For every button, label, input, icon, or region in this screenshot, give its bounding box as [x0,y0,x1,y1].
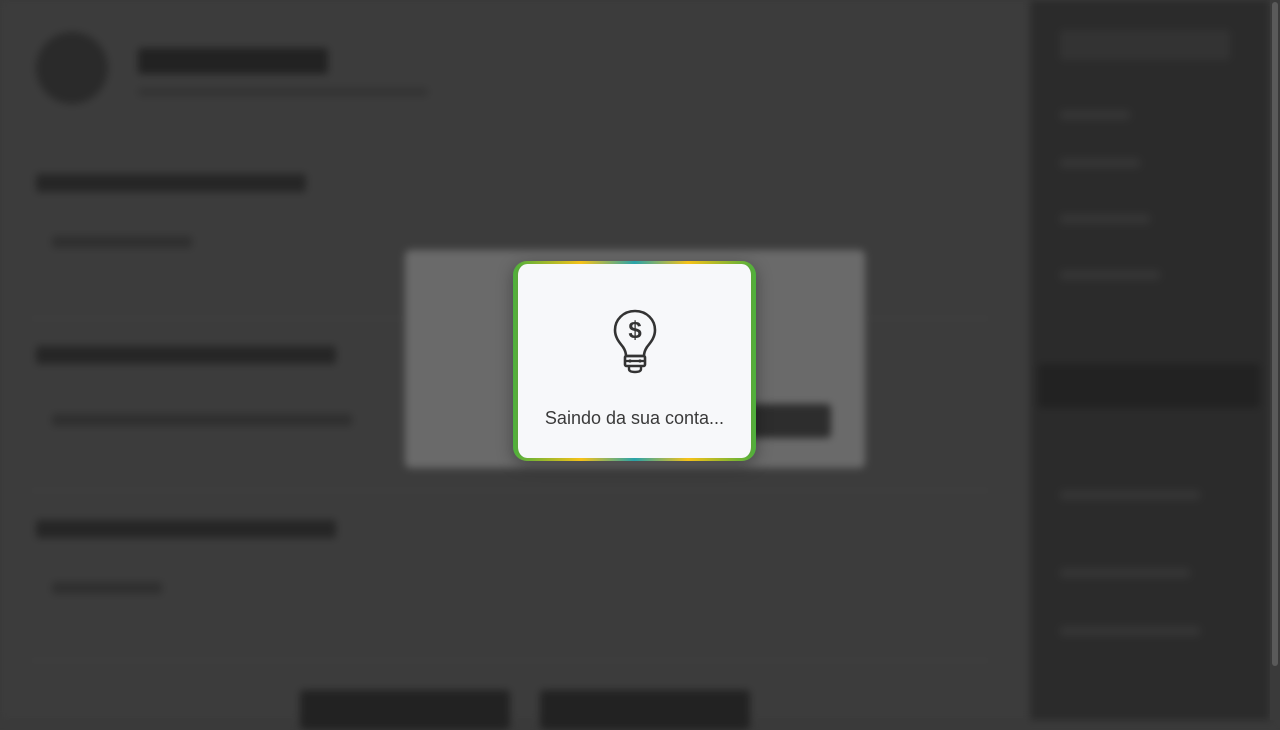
divider [30,490,990,491]
sidebar-item-blurred [1060,626,1200,636]
section-row-blurred [52,414,352,426]
sidebar-item-blurred [1060,214,1150,224]
section-heading-blurred [36,346,336,364]
logout-modal-body: $ Saindo da sua conta... [516,264,753,458]
avatar [36,32,108,104]
logout-modal: $ Saindo da sua conta... [513,261,756,461]
page-title-blurred [138,48,328,74]
background-bottom-button [300,690,510,730]
divider [30,660,990,661]
section-heading-blurred [36,520,336,538]
section-row-blurred [52,236,192,248]
page-subtitle-blurred [138,88,428,96]
sidebar-item-blurred [1060,568,1190,578]
sidebar-item-active-blurred [1038,364,1260,408]
sidebar-item-blurred [1060,110,1130,120]
section-heading-blurred [36,174,306,192]
section-row-blurred [52,582,162,594]
sidebar-item-blurred [1060,158,1140,168]
sidebar-item-blurred [1060,30,1230,60]
logout-message: Saindo da sua conta... [544,408,725,428]
lightbulb-dollar-icon: $ [613,309,656,374]
scrollbar-thumb[interactable] [1272,2,1278,666]
sidebar-item-blurred [1060,490,1200,500]
background-sidebar [1030,0,1270,720]
background-bottom-button [540,690,750,730]
sidebar-item-blurred [1060,270,1160,280]
svg-text:$: $ [628,317,642,344]
